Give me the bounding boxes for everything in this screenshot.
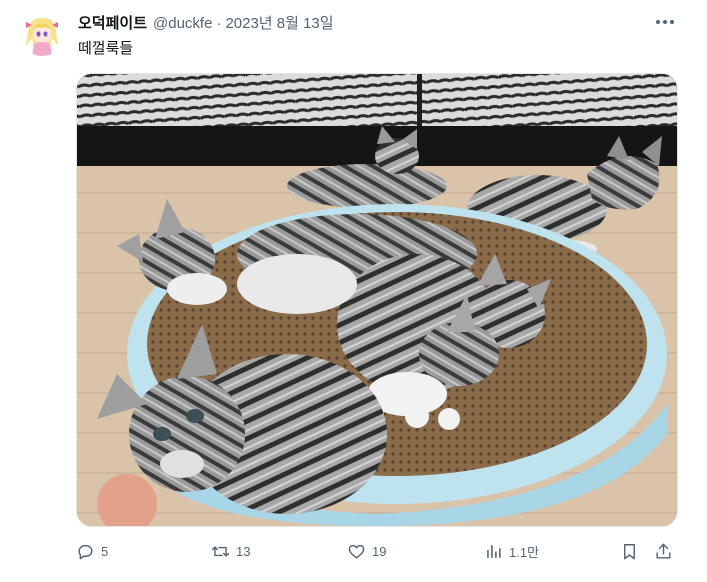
reply-button[interactable]: 5 xyxy=(76,536,108,566)
views-button[interactable]: 1.1만 xyxy=(484,536,539,566)
retweet-count: 13 xyxy=(236,543,251,559)
share-icon xyxy=(656,543,671,559)
post-date[interactable]: 2023년 8월 13일 xyxy=(225,12,333,33)
kittens-photo-icon xyxy=(77,74,677,526)
separator: · xyxy=(216,15,222,32)
display-name[interactable]: 오덕페이트 xyxy=(78,12,147,33)
anime-avatar-icon xyxy=(20,12,64,56)
tweet-header: 오덕페이트 @duckfe · 2023년 8월 13일 xyxy=(78,12,334,32)
reply-count: 5 xyxy=(101,543,109,559)
retweet-button[interactable]: 13 xyxy=(211,536,250,566)
retweet-icon xyxy=(211,545,230,557)
user-handle[interactable]: @duckfe xyxy=(153,15,212,32)
like-count: 19 xyxy=(372,543,387,559)
tweet-photo[interactable] xyxy=(76,73,678,527)
more-button[interactable] xyxy=(652,11,678,33)
bookmark-icon xyxy=(624,543,635,559)
tweet: 오덕페이트 @duckfe · 2023년 8월 13일 떼껄룩들 5 13 1… xyxy=(0,0,707,582)
action-bar: 5 13 19 1.1만 xyxy=(0,536,707,566)
views-icon xyxy=(487,544,501,558)
more-dots-icon xyxy=(656,20,674,24)
avatar[interactable] xyxy=(20,12,64,56)
views-count: 1.1만 xyxy=(509,544,540,560)
bookmark-button[interactable] xyxy=(620,536,639,566)
share-button[interactable] xyxy=(654,536,673,566)
tweet-text: 떼껄룩들 xyxy=(78,40,134,57)
like-button[interactable]: 19 xyxy=(347,536,386,566)
reply-icon xyxy=(78,544,93,559)
heart-icon xyxy=(348,544,365,559)
